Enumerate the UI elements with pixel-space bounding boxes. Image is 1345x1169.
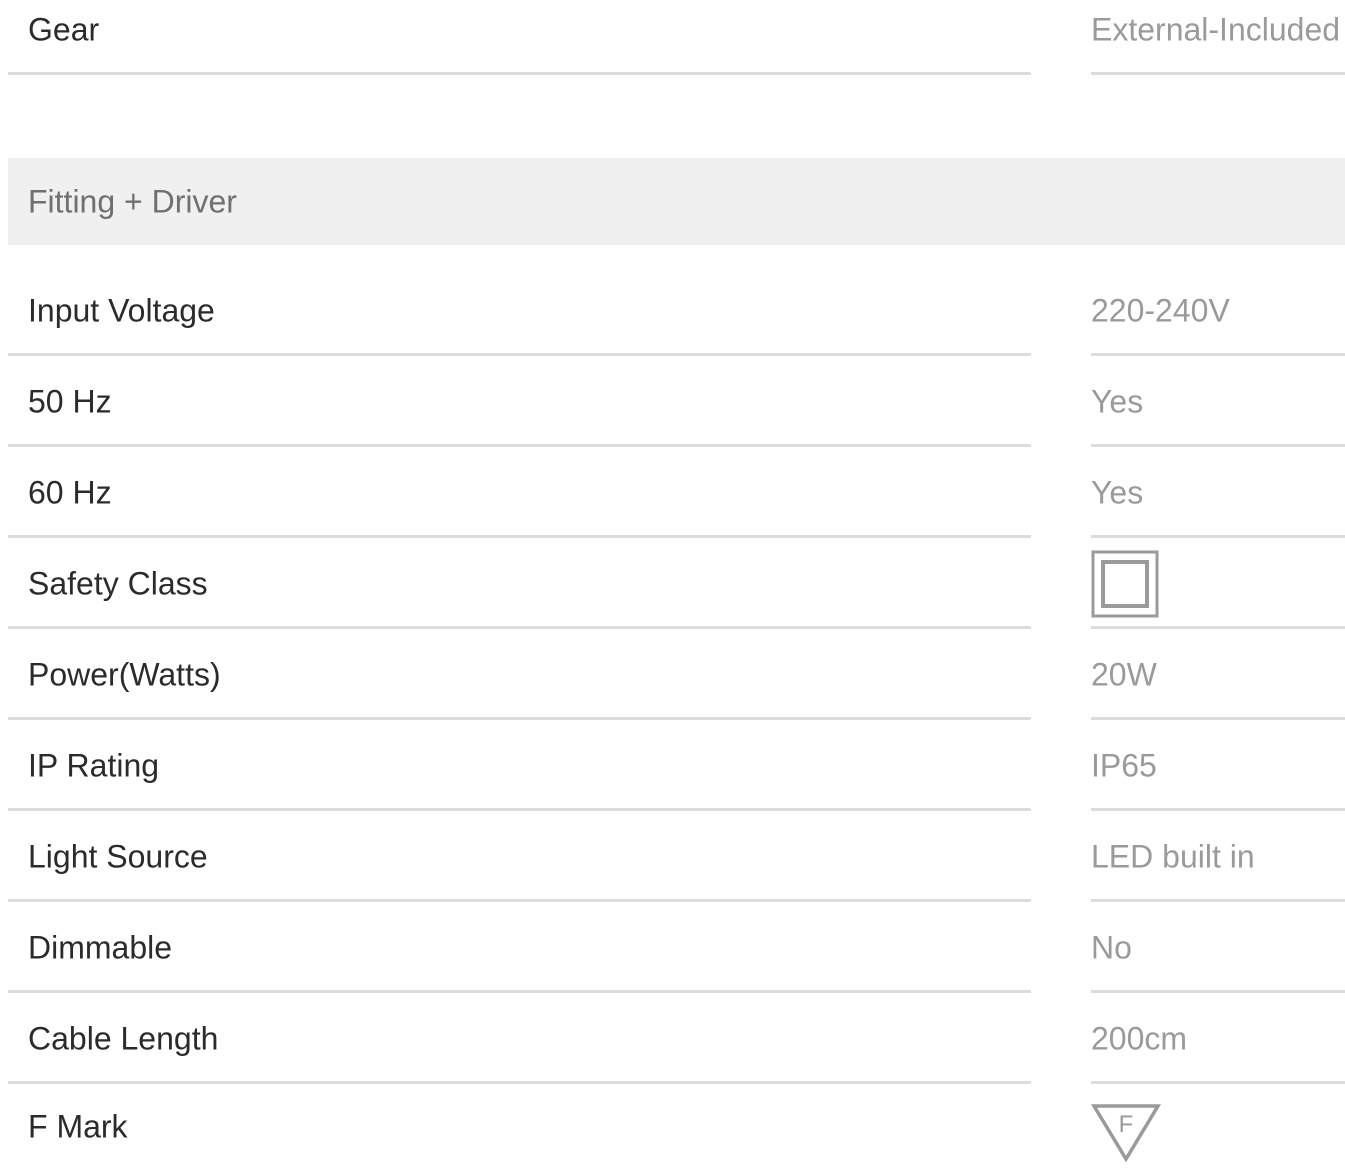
- divider: [8, 72, 1031, 75]
- spec-value: No: [1091, 929, 1132, 965]
- spec-label: 50 Hz: [28, 383, 112, 419]
- spec-row-input-voltage: Input Voltage 220-240V: [0, 265, 1345, 356]
- spec-value: IP65: [1091, 747, 1157, 783]
- spec-row-dimmable: Dimmable No: [0, 902, 1345, 993]
- class-ii-double-square-icon: [1091, 550, 1159, 618]
- spec-label: Cable Length: [28, 1020, 219, 1056]
- spec-row-f-mark: F Mark F: [0, 1085, 1345, 1169]
- spec-row-cable-length: Cable Length 200cm: [0, 993, 1345, 1084]
- spec-value: 220-240V: [1091, 292, 1230, 328]
- spec-value: 20W: [1091, 656, 1157, 692]
- spec-label: Light Source: [28, 838, 208, 874]
- spec-label: F Mark: [28, 1108, 128, 1145]
- section-title: Fitting + Driver: [28, 183, 237, 219]
- divider: [1091, 1081, 1345, 1084]
- f-mark-letter: F: [1119, 1111, 1134, 1138]
- spec-label: Input Voltage: [28, 292, 215, 328]
- spec-label: Dimmable: [28, 929, 173, 965]
- divider: [1091, 72, 1345, 75]
- spec-label: Power(Watts): [28, 656, 221, 692]
- spec-value: Yes: [1091, 474, 1144, 510]
- spec-value: Yes: [1091, 383, 1144, 419]
- spec-row-ip-rating: IP Rating IP65: [0, 720, 1345, 811]
- spec-label: Safety Class: [28, 565, 208, 601]
- spec-label: IP Rating: [28, 747, 160, 783]
- spec-row-safety-class: Safety Class: [0, 538, 1345, 629]
- spec-value: LED built in: [1091, 838, 1255, 874]
- divider: [8, 1081, 1031, 1084]
- spec-row-light-source: Light Source LED built in: [0, 811, 1345, 902]
- spec-label: 60 Hz: [28, 474, 112, 510]
- spec-value: 200cm: [1091, 1020, 1188, 1056]
- spec-row-60hz: 60 Hz Yes: [0, 447, 1345, 538]
- spec-row-50hz: 50 Hz Yes: [0, 356, 1345, 447]
- f-mark-triangle-icon: F: [1090, 1103, 1162, 1163]
- spec-row-power: Power(Watts) 20W: [0, 629, 1345, 720]
- spec-value: External-Included: [1091, 11, 1341, 47]
- spec-row-gear: Gear External-Included: [0, 0, 1345, 75]
- section-header-fitting-driver: Fitting + Driver: [8, 158, 1345, 245]
- spec-label: Gear: [28, 11, 100, 47]
